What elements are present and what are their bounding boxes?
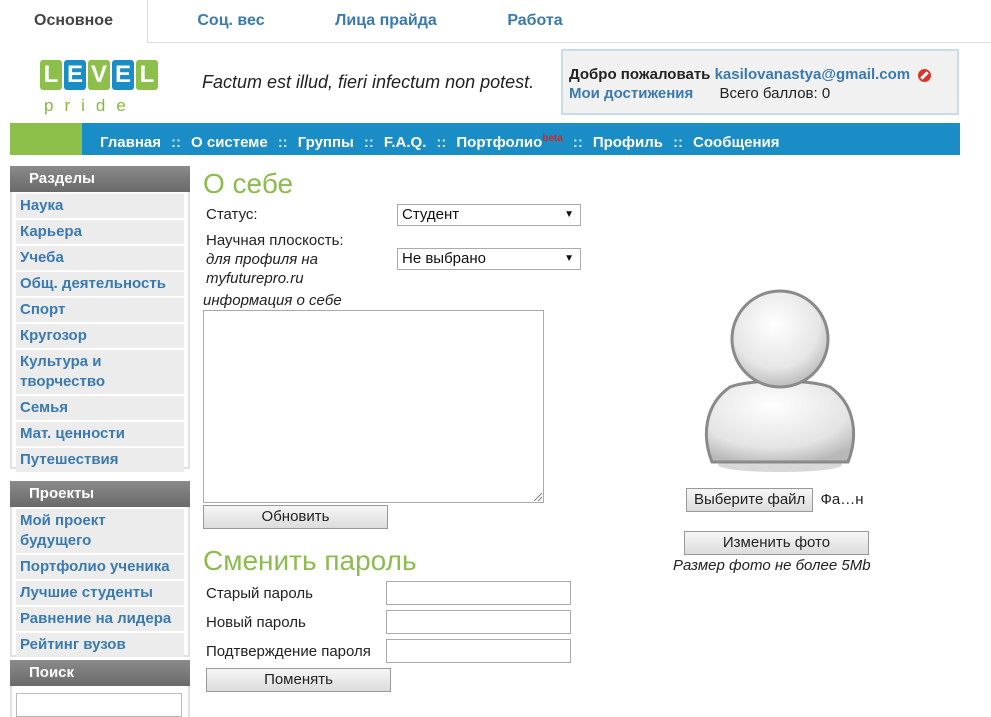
nav-separator: ::	[277, 134, 288, 151]
info-label: информация о себе	[203, 292, 342, 309]
logo-letter: E	[64, 60, 86, 90]
sidebar-project-item[interactable]: Портфолио ученика	[16, 555, 184, 579]
avatar-placeholder-icon	[698, 287, 862, 473]
level-pride-logo[interactable]: LEVEL pride	[40, 48, 160, 118]
change-photo-button[interactable]: Изменить фото	[684, 531, 869, 555]
logo-letters: LEVEL	[40, 60, 158, 90]
sidebar-section-item[interactable]: Кругозор	[16, 324, 184, 348]
main-nav: Главная:: О системе:: Группы:: F.A.Q.:: Порт…	[10, 123, 960, 155]
sidebar-section-item[interactable]: Карьера	[16, 220, 184, 244]
logo-letter: V	[88, 60, 110, 90]
tab-social-weight[interactable]: Соц. вес	[168, 0, 294, 42]
plane-label: Научная плоскость:	[206, 232, 344, 249]
sidebar-section-item[interactable]: Культура и творчество	[16, 350, 184, 394]
top-tabs: Основное Соц. вес Лица прайда Работа	[0, 0, 991, 43]
logo-letter: L	[136, 60, 158, 90]
sidebar-project-item[interactable]: Равнение на лидера	[16, 607, 184, 631]
sidebar-section-item[interactable]: Путешествия	[16, 448, 184, 472]
beta-badge: beta	[542, 133, 563, 144]
nav-separator: ::	[436, 134, 447, 151]
sections-header: Разделы	[10, 166, 190, 192]
status-value: Студент	[402, 206, 460, 223]
chevron-down-icon: ▼	[564, 253, 574, 264]
sidebar-section-item[interactable]: Общ. деятельность	[16, 272, 184, 296]
user-email-link[interactable]: kasilovanastya@gmail.com	[715, 66, 911, 83]
nav-profile[interactable]: Профиль	[593, 134, 663, 151]
status-label: Статус:	[206, 206, 258, 223]
sidebar-section-item[interactable]: Мат. ценности	[16, 422, 184, 446]
nav-about[interactable]: О системе	[191, 134, 268, 151]
logo-subtitle: pride	[44, 96, 137, 115]
about-title: О себе	[203, 168, 294, 199]
status-select[interactable]: Студент ▼	[397, 204, 581, 226]
welcome-box: Добро пожаловать kasilovanastya@gmail.co…	[561, 49, 959, 115]
logo-letter: L	[40, 60, 62, 90]
sidebar-section-item[interactable]: Семья	[16, 396, 184, 420]
plane-select[interactable]: Не выбрано ▼	[397, 248, 581, 270]
sidebar-section-item[interactable]: Наука	[16, 194, 184, 218]
choose-file-button[interactable]: Выберите файл	[686, 488, 814, 512]
sidebar-section-item[interactable]: Учеба	[16, 246, 184, 270]
tab-work[interactable]: Работа	[480, 0, 590, 42]
chevron-down-icon: ▼	[564, 209, 574, 220]
search-header: Поиск	[10, 660, 190, 686]
projects-header: Проекты	[10, 481, 190, 507]
sidebar-section-item[interactable]: Спорт	[16, 298, 184, 322]
confirm-password-input[interactable]	[386, 639, 571, 663]
change-password-button[interactable]: Поменять	[206, 668, 391, 692]
file-picker: Выберите файл Фа…н	[686, 488, 864, 512]
nav-home[interactable]: Главная	[100, 134, 161, 151]
tab-main[interactable]: Основное	[0, 0, 148, 43]
nav-portfolio[interactable]: Портфолиоbeta	[456, 133, 563, 151]
new-password-label: Новый пароль	[206, 614, 306, 631]
sidebar-project-item[interactable]: Рейтинг вузов	[16, 633, 184, 657]
photo-size-note: Размер фото не более 5Mb	[673, 557, 871, 574]
search-input[interactable]	[16, 693, 182, 717]
nav-separator: ::	[673, 134, 684, 151]
nav-messages[interactable]: Сообщения	[693, 134, 779, 151]
plane-value: Не выбрано	[402, 250, 486, 267]
about-textarea[interactable]	[203, 310, 544, 503]
tab-pride-faces[interactable]: Лица прайда	[310, 0, 462, 42]
welcome-greeting: Добро пожаловать	[569, 66, 711, 83]
resize-grip-icon[interactable]	[534, 493, 542, 501]
logout-icon[interactable]	[918, 68, 932, 82]
logo-letter: E	[112, 60, 134, 90]
total-points: Всего баллов: 0	[719, 85, 831, 102]
old-password-label: Старый пароль	[206, 585, 313, 602]
projects-list: Мой проект будущего Портфолио ученика Лучш…	[10, 507, 190, 657]
sidebar-project-item[interactable]: Лучшие студенты	[16, 581, 184, 605]
nav-groups[interactable]: Группы	[298, 134, 354, 151]
nav-separator: ::	[572, 134, 583, 151]
old-password-input[interactable]	[386, 581, 571, 605]
file-name: Фа…н	[820, 491, 864, 508]
nav-portfolio-label: Портфолио	[456, 134, 543, 151]
nav-separator: ::	[363, 134, 374, 151]
plane-note: для профиля на myfuturepro.ru	[206, 251, 318, 287]
confirm-password-label: Подтверждение пароля	[206, 643, 371, 660]
motto: Factum est illud, fieri infectum non pot…	[202, 72, 535, 92]
sections-list: Наука Карьера Учеба Общ. деятельность Спорт К…	[10, 192, 190, 472]
nav-separator: ::	[171, 134, 182, 151]
nav-accent	[10, 123, 82, 155]
password-title: Сменить пароль	[203, 545, 417, 576]
sidebar-project-item[interactable]: Мой проект будущего	[16, 509, 184, 553]
nav-faq[interactable]: F.A.Q.	[384, 134, 427, 151]
new-password-input[interactable]	[386, 610, 571, 634]
achievements-link[interactable]: Мои достижения	[569, 85, 693, 102]
update-button[interactable]: Обновить	[203, 505, 388, 529]
